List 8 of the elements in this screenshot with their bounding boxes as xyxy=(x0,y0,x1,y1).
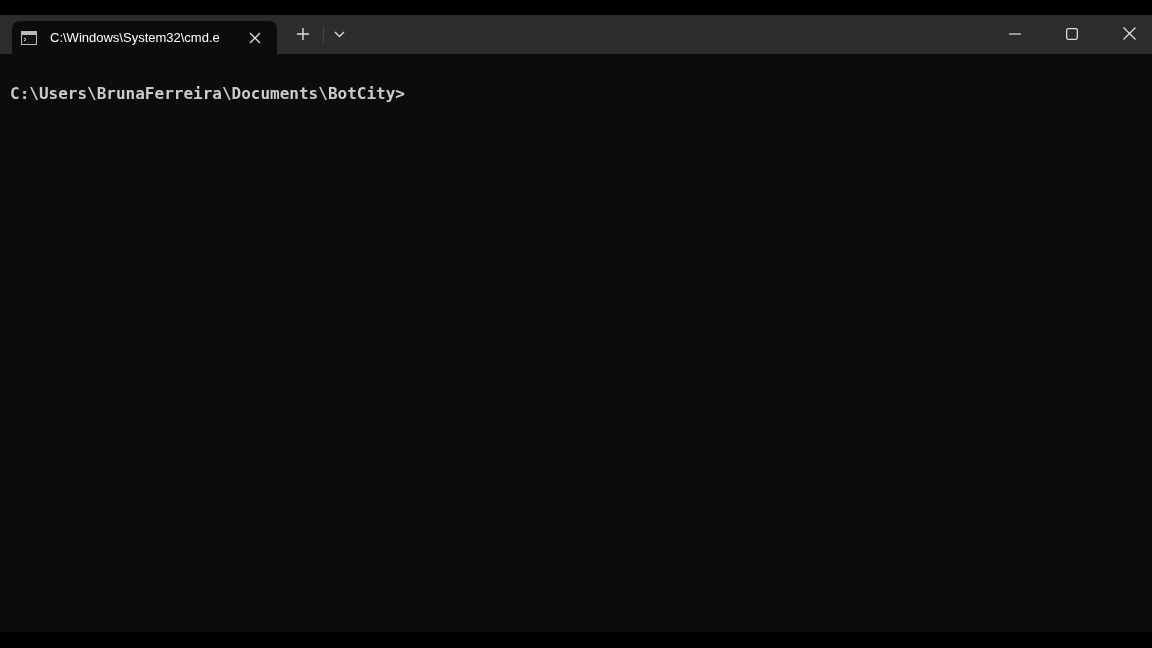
command-prompt: C:\Users\BrunaFerreira\Documents\BotCity> xyxy=(10,84,406,103)
close-icon[interactable] xyxy=(1123,27,1136,40)
dropdown-icon[interactable] xyxy=(334,31,345,38)
new-tab-icon[interactable] xyxy=(296,27,310,41)
tab[interactable]: C:\Windows\System32\cmd.e xyxy=(12,21,277,54)
maximize-icon[interactable] xyxy=(1066,28,1078,40)
console-icon xyxy=(21,30,37,45)
close-tab-icon[interactable] xyxy=(249,31,261,44)
